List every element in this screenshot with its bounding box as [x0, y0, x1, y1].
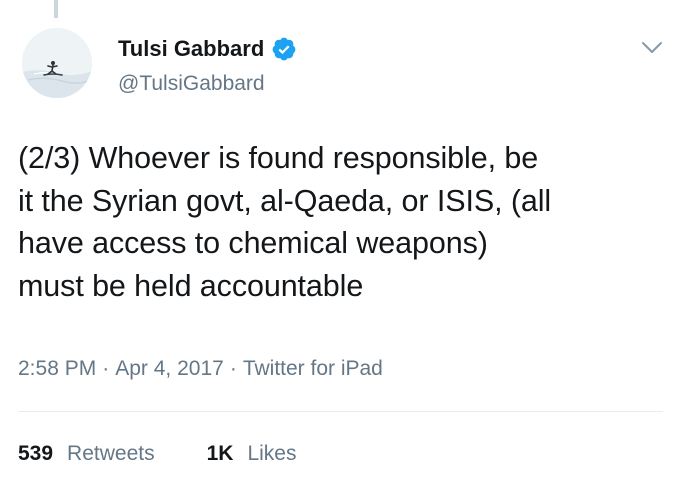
author-handle[interactable]: @TulsiGabbard — [118, 72, 265, 96]
meta-separator: · — [102, 357, 110, 380]
meta-separator: · — [229, 357, 237, 380]
tweet-text: (2/3) Whoever is found responsible, be i… — [18, 137, 673, 307]
tweet-date[interactable]: Apr 4, 2017 — [115, 357, 224, 380]
tweet-text-line: must be held accountable — [18, 268, 364, 303]
likes-stat[interactable]: 1K Likes — [207, 442, 297, 466]
tweet-text-line: it the Syrian govt, al-Qaeda, or ISIS, (… — [18, 183, 552, 218]
tweet-source[interactable]: Twitter for iPad — [243, 357, 383, 380]
tweet-meta: 2:58 PM · Apr 4, 2017 · Twitter for iPad — [18, 357, 383, 381]
divider — [18, 411, 663, 412]
chevron-down-icon[interactable] — [640, 38, 664, 58]
retweets-count: 539 — [18, 442, 54, 465]
retweets-stat[interactable]: 539 Retweets — [18, 442, 155, 466]
retweets-label: Retweets — [67, 442, 155, 465]
likes-label: Likes — [247, 442, 297, 465]
author-name-text[interactable]: Tulsi Gabbard — [118, 36, 264, 62]
tweet-text-line: (2/3) Whoever is found responsible, be — [18, 141, 539, 175]
author-name[interactable]: Tulsi Gabbard — [118, 36, 297, 62]
tweet-stats: 539 Retweets 1K Likes — [18, 442, 296, 466]
surfer-avatar-image — [22, 28, 92, 98]
tweet-time[interactable]: 2:58 PM — [18, 357, 96, 380]
avatar[interactable] — [22, 28, 92, 98]
tweet-text-line: have access to chemical weapons) — [18, 226, 488, 260]
verified-badge-icon — [271, 36, 297, 62]
thread-connector-line — [54, 0, 58, 18]
likes-count: 1K — [206, 442, 234, 465]
